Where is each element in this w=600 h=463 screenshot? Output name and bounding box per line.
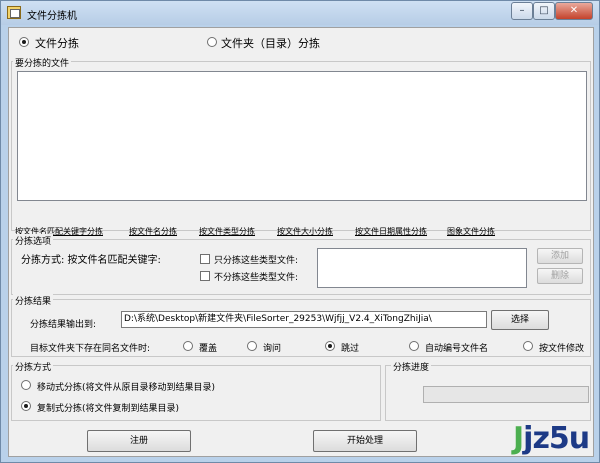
- sort-mode-label: 分拣方式: [13, 360, 54, 373]
- output-path-input[interactable]: D:\系统\Desktop\新建文件夹\FileSorter_29253\Wjf…: [121, 311, 487, 328]
- window-title: 文件分拣机: [27, 11, 77, 22]
- minimize-button[interactable]: –: [511, 2, 533, 20]
- types-list[interactable]: [317, 248, 527, 288]
- exclude-types-label[interactable]: 不分拣这些类型文件:: [214, 270, 298, 283]
- maximize-button[interactable]: □: [533, 2, 555, 20]
- app-icon: [7, 6, 21, 19]
- tab-filesize[interactable]: 按文件大小分拣: [277, 226, 341, 240]
- client-area: 文件分拣 文件夹（目录）分拣 要分拣的文件 按文件名匹配关键字分拣 按文件名分拣…: [8, 27, 594, 457]
- mode-folder-label[interactable]: 文件夹（目录）分拣: [221, 35, 320, 51]
- tab-filedate[interactable]: 按文件日期属性分拣: [355, 226, 435, 240]
- close-button[interactable]: ✕: [555, 2, 593, 20]
- tab-filename[interactable]: 按文件名分拣: [129, 226, 189, 240]
- watermark-text: jz5u: [523, 421, 590, 456]
- exclude-types-checkbox[interactable]: [200, 271, 210, 281]
- conflict-overwrite-radio[interactable]: [183, 341, 193, 351]
- browse-button[interactable]: 选择: [491, 310, 549, 330]
- only-types-label[interactable]: 只分拣这些类型文件:: [214, 253, 298, 266]
- conflict-skip-radio[interactable]: [325, 341, 335, 351]
- files-group-label: 要分拣的文件: [13, 56, 72, 69]
- app-window: 文件分拣机 – □ ✕ 文件分拣 文件夹（目录）分拣 要分拣的文件 按文件名匹配…: [0, 0, 600, 463]
- result-group-label: 分拣结果: [13, 294, 54, 307]
- progress-label: 分拣进度: [391, 360, 432, 373]
- method-text: 分拣方式: 按文件名匹配关键字:: [21, 255, 161, 266]
- delete-button[interactable]: 删除: [537, 268, 583, 284]
- add-button[interactable]: 添加: [537, 248, 583, 264]
- conflict-autonumber-radio[interactable]: [409, 341, 419, 351]
- conflict-label: 目标文件夹下存在同名文件时:: [30, 344, 151, 354]
- conflict-bymodified-label[interactable]: 按文件修改: [539, 341, 593, 354]
- start-button[interactable]: 开始处理: [313, 430, 417, 452]
- mode-file-label[interactable]: 文件分拣: [35, 35, 79, 51]
- register-button[interactable]: 注册: [87, 430, 191, 452]
- conflict-ask-label[interactable]: 询问: [263, 341, 281, 354]
- copy-mode-radio[interactable]: [21, 401, 31, 411]
- conflict-overwrite-label[interactable]: 覆盖: [199, 341, 217, 354]
- move-mode-label[interactable]: 移动式分拣(将文件从原目录移动到结果目录): [37, 380, 215, 393]
- file-list[interactable]: [17, 71, 587, 201]
- only-types-checkbox[interactable]: [200, 254, 210, 264]
- conflict-bymodified-radio[interactable]: [523, 341, 533, 351]
- conflict-skip-label[interactable]: 跳过: [341, 341, 359, 354]
- progress-bar: [423, 386, 589, 403]
- output-label: 分拣结果输出到:: [30, 320, 97, 330]
- conflict-autonumber-label[interactable]: 自动编号文件名: [425, 341, 488, 354]
- mode-file-radio[interactable]: [19, 37, 29, 47]
- move-mode-radio[interactable]: [21, 380, 31, 390]
- watermark-logo: Jjz5u: [513, 421, 590, 456]
- options-group-label: 分拣选项: [13, 234, 54, 247]
- title-bar[interactable]: 文件分拣机 – □ ✕: [1, 1, 599, 25]
- mode-folder-radio[interactable]: [207, 37, 217, 47]
- conflict-ask-radio[interactable]: [247, 341, 257, 351]
- copy-mode-label[interactable]: 复制式分拣(将文件复制到结果目录): [37, 401, 179, 414]
- tab-image[interactable]: 图象文件分拣: [447, 226, 507, 240]
- tab-filetype[interactable]: 按文件类型分拣: [199, 226, 263, 240]
